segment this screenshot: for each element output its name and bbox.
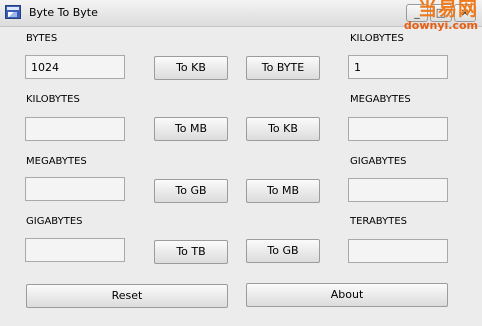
to-kb-button[interactable]: To KB bbox=[154, 56, 228, 80]
megabytes-label-left: MEGABYTES bbox=[26, 156, 87, 167]
kilobytes-input-left[interactable] bbox=[25, 117, 125, 141]
megabytes-input-right[interactable] bbox=[348, 117, 448, 141]
terabytes-label: TERABYTES bbox=[350, 216, 408, 227]
app-window-icon bbox=[5, 5, 21, 19]
to-tb-button[interactable]: To TB bbox=[154, 240, 228, 264]
to-gb-button[interactable]: To GB bbox=[154, 179, 228, 203]
about-button[interactable]: About bbox=[246, 283, 448, 307]
to-mb-button-reverse[interactable]: To MB bbox=[246, 179, 320, 203]
window-title: Byte To Byte bbox=[29, 6, 98, 19]
gigabytes-label-left: GIGABYTES bbox=[26, 216, 83, 227]
megabytes-label-right: MEGABYTES bbox=[350, 94, 411, 105]
gigabytes-input-right[interactable] bbox=[348, 178, 448, 202]
to-kb-button-reverse[interactable]: To KB bbox=[246, 117, 320, 141]
gigabytes-input-left[interactable] bbox=[25, 238, 125, 262]
title-bar[interactable]: Byte To Byte _ □ × 当易网 downyi.com bbox=[0, 0, 482, 31]
gigabytes-label-right: GIGABYTES bbox=[350, 156, 407, 167]
kilobytes-input-right[interactable] bbox=[348, 55, 448, 79]
kilobytes-label-right: KILOBYTES bbox=[350, 33, 404, 44]
kilobytes-label-left: KILOBYTES bbox=[26, 94, 80, 105]
maximize-button[interactable]: □ bbox=[430, 4, 452, 22]
to-byte-button[interactable]: To BYTE bbox=[246, 56, 320, 80]
megabytes-input-left[interactable] bbox=[25, 177, 125, 201]
bytes-label: BYTES bbox=[26, 33, 58, 44]
terabytes-input[interactable] bbox=[348, 239, 448, 263]
close-button[interactable]: × bbox=[454, 4, 476, 22]
to-mb-button[interactable]: To MB bbox=[154, 117, 228, 141]
minimize-button[interactable]: _ bbox=[406, 4, 428, 22]
bytes-input[interactable] bbox=[25, 55, 125, 79]
reset-button[interactable]: Reset bbox=[26, 284, 228, 308]
to-gb-button-reverse[interactable]: To GB bbox=[246, 239, 320, 263]
